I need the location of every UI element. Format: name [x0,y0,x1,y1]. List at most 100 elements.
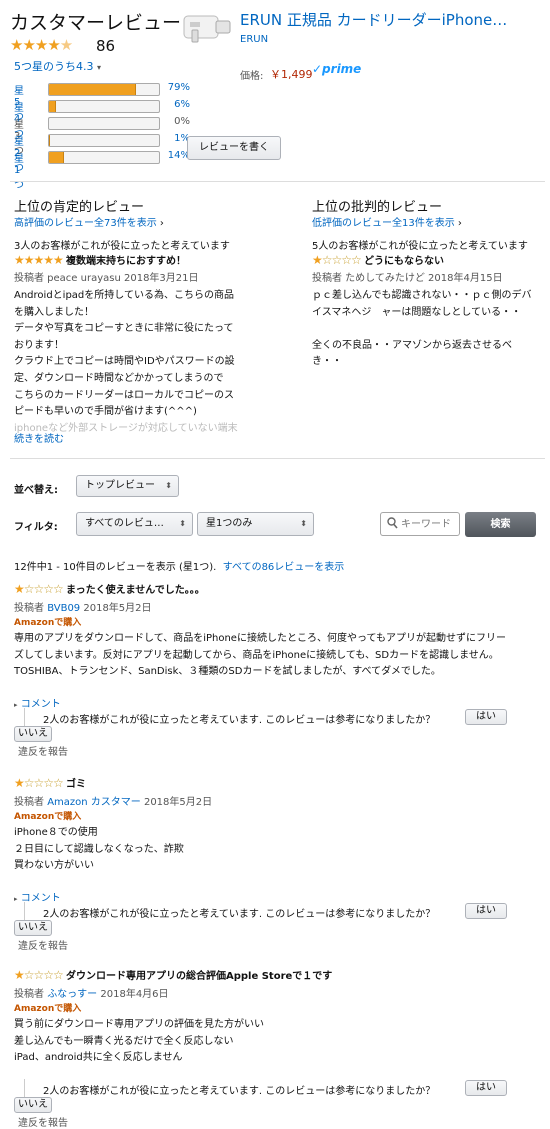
positive-review-body: Androidとipadを所持している為、こちらの商品 を購入しました！ データや写… [14,288,294,433]
product-image[interactable] [182,10,236,50]
review-header[interactable]: ★☆☆☆☆ まったく使えませんでした。。。 [14,581,205,596]
review-text-line: iPad、android共に全く反応しません [14,1052,183,1064]
review-text-line: を購入しました！ [14,306,94,318]
helpful-question: 2人のお客様がこれが役に立ったと考えています. このレビューは参考になりましたか… [43,1085,436,1097]
review-byline: 投稿者 Amazon カスタマー 2018年5月2日 [14,797,213,808]
review-byline: 投稿者 ふなっすー 2018年4月6日 [14,989,169,1000]
histogram-percent: 79% [167,82,190,93]
critical-all-link[interactable]: 低評価のレビュー全13件を表示 › [312,214,462,229]
helpful-yes-button[interactable]: はい [465,708,507,725]
comment-link[interactable]: ▸ コメント [14,695,61,710]
search-input[interactable] [401,516,455,532]
helpful-question: 2人のお客様がこれが役に立ったと考えています. このレビューは参考になりましたか… [43,714,436,726]
critical-helpful-text: 5人のお客様がこれが役に立ったと考えています [312,241,528,252]
review-author-link[interactable]: ふなっすー [47,989,97,1000]
review-text-line: き・・ [312,356,342,368]
review-text-line: TOSHIBA、トランセンド、SanDisk、３種類のSDカードを試しましたが、… [14,666,441,678]
report-abuse-link[interactable]: 違反を報告 [18,937,68,952]
product-title-link[interactable]: ERUN 正規品 カードリーダーiPhone… [240,9,545,30]
helpful-question: 2人のお客様がこれが役に立ったと考えています. このレビューは参考になりましたか… [43,908,436,920]
review-text-line: おります！ [14,339,64,351]
write-review-button[interactable]: レビューを書く [187,136,281,160]
verified-purchase-badge: Amazonで購入 [14,618,82,628]
histogram-bar [48,100,160,113]
positive-rating-title[interactable]: ★★★★★ 複数端末持ちにおすすめ！ [14,252,186,267]
price-label: 価格: [240,71,264,82]
read-more-link[interactable]: 続きを読む [14,430,64,445]
expand-triangle-icon: ▸ [14,700,18,709]
all-reviews-link[interactable]: すべての86レビューを表示 [223,562,345,573]
star-rating-icon: ★☆☆☆☆ [312,253,362,267]
review-text-line: こちらのカードリーダーはローカルでコピーのス [14,389,234,401]
average-rating-link[interactable]: 5つ星のうち4.3 ▾ [14,58,101,74]
star-filter-dropdown[interactable]: 星1つのみ ⬍ [197,512,314,536]
helpful-yes-button[interactable]: はい [465,1079,507,1096]
verified-purchase-badge: Amazonで購入 [14,1004,82,1014]
positive-helpful-text: 3人のお客様がこれが役に立ったと考えています [14,241,230,252]
helpful-no-button[interactable]: いいえ [14,725,52,742]
review-text-line: 差し込んでも一瞬青く光るだけで全く反応しない [14,1035,234,1047]
star-rating-icon: ★☆☆☆☆ [14,968,64,982]
histogram-star-label: 星1つ [14,154,24,191]
review-body: 買う前にダウンロード専用アプリの評価を見た方がいい 差し込んでも一瞬青く光るだけで… [14,1017,544,1067]
review-header[interactable]: ★☆☆☆☆ ダウンロード専用アプリの総合評価Apple Storeで１です [14,967,332,982]
histogram-bar [48,151,160,164]
review-text-line: ｐｃ差し込んでも認識されない・・ｐｃ側のデバ [312,290,532,301]
report-abuse-link[interactable]: 違反を報告 [18,1114,68,1129]
review-text-line: データや写真をコピーすときに非常に役にたって [14,323,234,335]
average-rating-stars: ★★★★★ [10,36,73,54]
histogram-percent: 0% [174,116,190,127]
review-title[interactable]: まったく使えませんでした。。。 [66,585,205,596]
review-text-line: ２日目にして認識しなくなった、詐欺 [14,843,184,855]
helpful-no-button[interactable]: いいえ [14,1096,52,1113]
review-body: 専用のアプリをダウンロードして、商品をiPhoneに接続したところ、何度やっても… [14,631,544,681]
review-text-line: Androidとipadを所持している為、こちらの商品 [14,290,234,301]
filter-label: フィルタ: [14,522,58,533]
review-title[interactable]: ゴミ [66,779,86,790]
review-text-line: 定、ダウンロード時間などかかってしまうので [14,372,224,384]
sort-label: 並べ替え: [14,485,58,496]
review-author-link[interactable]: Amazon カスタマー [47,797,141,808]
star-rating-icon: ★☆☆☆☆ [14,776,64,790]
search-icon [387,517,398,532]
star-rating-icon: ★☆☆☆☆ [14,582,64,596]
rating-count: 86 [96,37,116,55]
product-price: ￥1,499 [270,68,313,81]
report-abuse-link[interactable]: 違反を報告 [18,743,68,758]
critical-rating-title[interactable]: ★☆☆☆☆ どうにもならない [312,252,444,267]
star-rating-icon: ★★★★★ [14,253,64,267]
search-button[interactable]: 検索 [465,512,536,537]
review-text-line: ピードも早いので手間が省けます(^^^) [14,406,197,418]
review-byline: 投稿者 BVB09 2018年5月2日 [14,603,152,614]
reviewer-filter-dropdown[interactable]: すべてのレビュ… ⬍ [76,512,193,536]
helpful-no-button[interactable]: いいえ [14,919,52,936]
review-text-line: iPhone８での使用 [14,827,98,838]
comment-link[interactable]: ▸ コメント [14,889,61,904]
critical-heading: 上位の批判的レビュー [312,200,443,215]
critical-review-body: ｐｃ差し込んでも認識されない・・ｐｃ側のデバ イスマネヘジ ャーは問題なしとしてい… [312,288,547,371]
product-brand-link[interactable]: ERUN [240,34,268,45]
review-body: iPhone８での使用 ２日目にして認識しなくなった、詐欺 買わない方がいい [14,825,544,875]
histogram-bar [48,83,160,96]
prime-badge: ✓prime [312,62,362,76]
divider [10,458,545,459]
positive-byline: 投稿者 peace urayasu 2018年3月21日 [14,273,199,284]
histogram-percent: 6% [174,99,190,110]
sort-dropdown[interactable]: トップレビュー ⬍ [76,475,179,497]
divider [10,181,545,182]
histogram-bar [48,134,160,147]
review-text-line: 全くの不良品・・アマゾンから返去させるべ [312,339,512,351]
histogram-bar [48,117,160,130]
review-author-link[interactable]: BVB09 [47,603,80,614]
review-header[interactable]: ★☆☆☆☆ ゴミ [14,775,86,790]
helpful-yes-button[interactable]: はい [465,902,507,919]
customer-reviews-title: カスタマーレビュー [10,12,182,34]
review-text-line: 買わない方がいい [14,860,94,872]
search-box[interactable] [380,512,460,536]
results-summary: 12件中1 - 10件目のレビューを表示 (星1つ). すべての86レビューを表… [14,562,345,573]
positive-all-link[interactable]: 高評価のレビュー全73件を表示 › [14,214,164,229]
verified-purchase-badge: Amazonで購入 [14,812,82,822]
positive-heading: 上位の肯定的レビュー [14,200,145,215]
review-text-line [312,321,547,338]
review-title[interactable]: ダウンロード専用アプリの総合評価Apple Storeで１です [66,971,332,982]
